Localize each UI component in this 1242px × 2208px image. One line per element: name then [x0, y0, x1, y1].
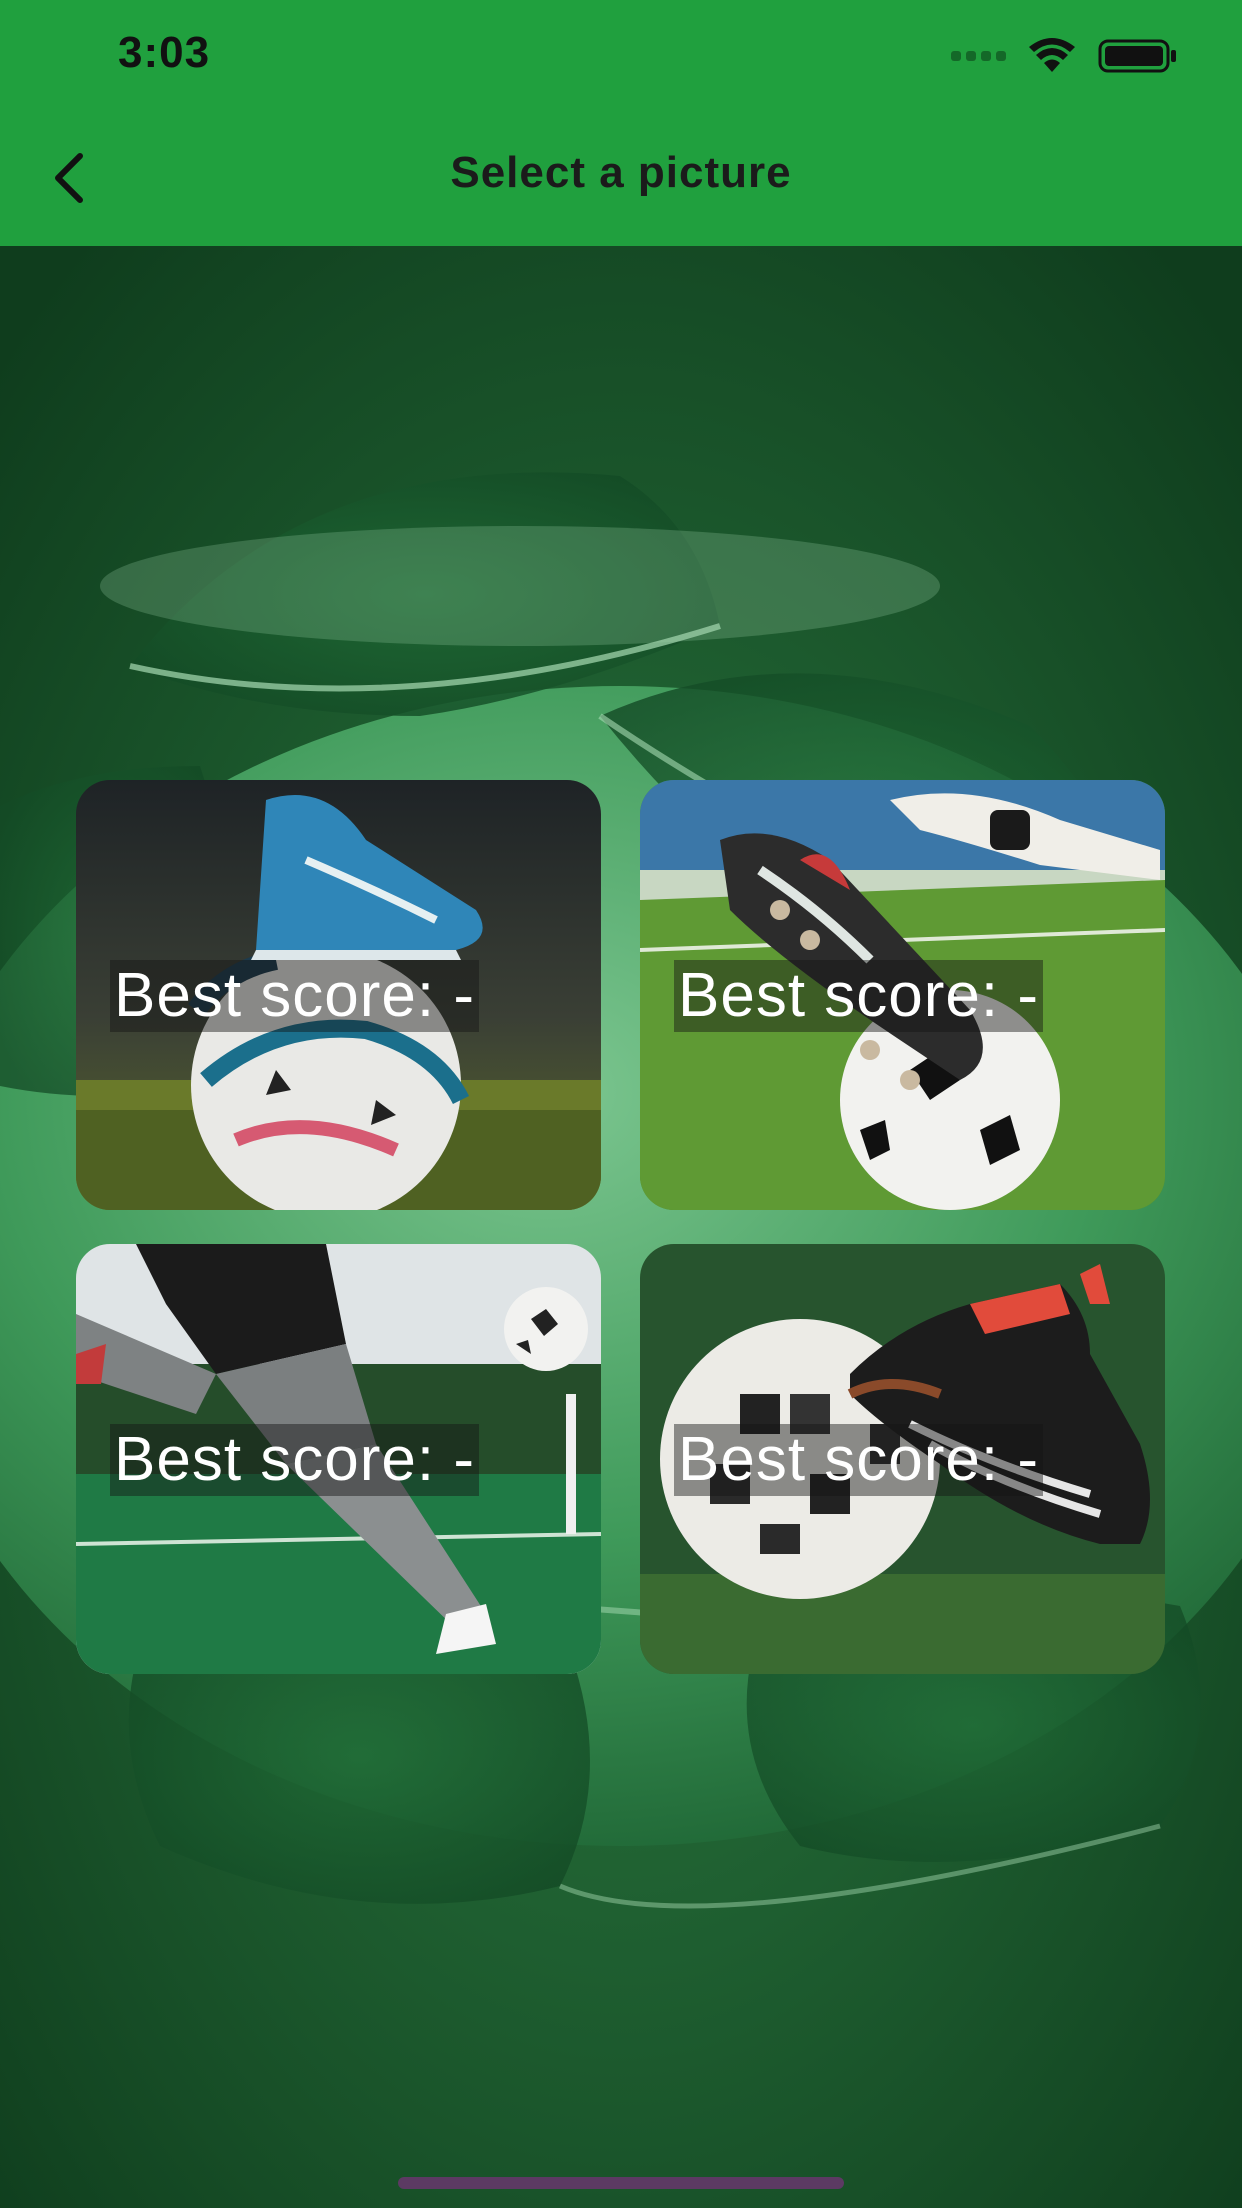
picture-card-player-kicking[interactable]: Best score: - [76, 1244, 601, 1674]
page-title: Select a picture [450, 148, 792, 197]
home-indicator[interactable] [398, 2177, 844, 2189]
best-score-label: Best score: - [110, 960, 479, 1032]
battery-icon [1098, 39, 1176, 73]
wifi-icon [1029, 38, 1075, 72]
best-score-label: Best score: - [110, 1424, 479, 1496]
soccer-ball-background [0, 246, 1242, 2208]
picture-card-ball-and-boots[interactable]: Best score: - [640, 1244, 1165, 1674]
best-score-label: Best score: - [674, 960, 1043, 1032]
picture-card-cleats-goalkeeper[interactable]: Best score: - [640, 780, 1165, 1210]
cellular-signal-icon [951, 51, 1006, 61]
picture-select-screen: 3:03 Select a picture Best score: - Best… [0, 0, 1242, 2208]
best-score-label: Best score: - [674, 1424, 1043, 1496]
picture-card-foot-on-ball[interactable]: Best score: - [76, 780, 601, 1210]
navigation-header: 3:03 Select a picture [0, 0, 1242, 246]
status-time: 3:03 [118, 28, 211, 77]
status-indicators [951, 36, 1178, 76]
